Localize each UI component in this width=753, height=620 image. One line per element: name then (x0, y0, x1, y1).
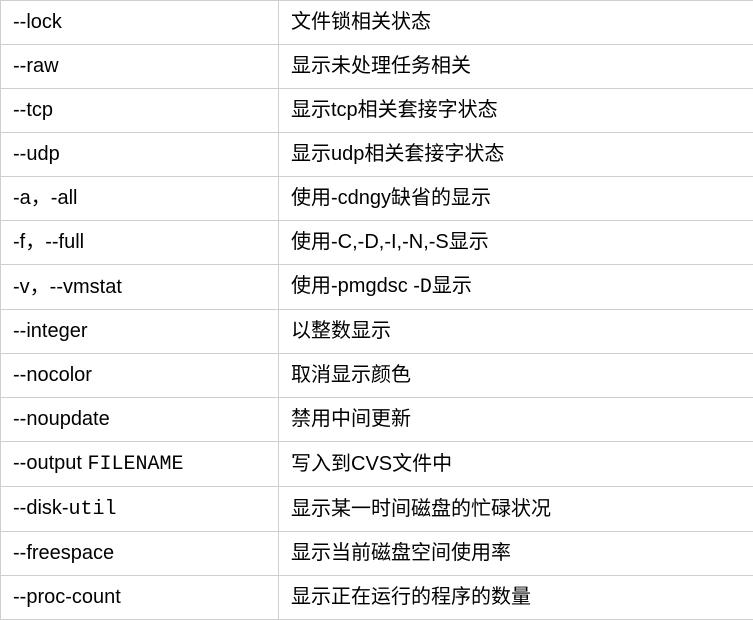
table-row: -a，-all使用-cdngy缺省的显示 (1, 177, 753, 221)
table-row: --freespace显示当前磁盘空间使用率 (1, 532, 753, 576)
description-cell: 使用-pmgdsc -D显示 (279, 265, 753, 310)
option-cell: --output FILENAME (1, 442, 279, 487)
option-cell: -a，-all (1, 177, 279, 221)
description-cell: 显示当前磁盘空间使用率 (279, 532, 753, 576)
table-row: --integer以整数显示 (1, 310, 753, 354)
table-row: --udp显示udp相关套接字状态 (1, 133, 753, 177)
table-row: --lock文件锁相关状态 (1, 1, 753, 45)
option-cell: --lock (1, 1, 279, 45)
description-cell: 文件锁相关状态 (279, 1, 753, 45)
description-cell: 禁用中间更新 (279, 398, 753, 442)
table-row: --nocolor取消显示颜色 (1, 354, 753, 398)
table-row: --noupdate禁用中间更新 (1, 398, 753, 442)
table-row: --tcp显示tcp相关套接字状态 (1, 89, 753, 133)
options-table-body: --lock文件锁相关状态--raw显示未处理任务相关--tcp显示tcp相关套… (1, 1, 753, 620)
option-cell: --udp (1, 133, 279, 177)
description-cell: 以整数显示 (279, 310, 753, 354)
option-cell: -v，--vmstat (1, 265, 279, 310)
table-row: --output FILENAME写入到CVS文件中 (1, 442, 753, 487)
description-cell: 使用-C,-D,-I,-N,-S显示 (279, 221, 753, 265)
options-table: --lock文件锁相关状态--raw显示未处理任务相关--tcp显示tcp相关套… (0, 0, 753, 620)
description-cell: 取消显示颜色 (279, 354, 753, 398)
option-cell: --tcp (1, 89, 279, 133)
option-cell: --noupdate (1, 398, 279, 442)
description-cell: 显示tcp相关套接字状态 (279, 89, 753, 133)
option-cell: --proc-count (1, 576, 279, 620)
table-row: -f，--full使用-C,-D,-I,-N,-S显示 (1, 221, 753, 265)
table-row: --disk-util显示某一时间磁盘的忙碌状况 (1, 487, 753, 532)
option-cell: --nocolor (1, 354, 279, 398)
description-cell: 显示udp相关套接字状态 (279, 133, 753, 177)
option-cell: --disk-util (1, 487, 279, 532)
description-cell: 写入到CVS文件中 (279, 442, 753, 487)
description-cell: 使用-cdngy缺省的显示 (279, 177, 753, 221)
option-cell: --freespace (1, 532, 279, 576)
option-cell: --integer (1, 310, 279, 354)
table-row: -v，--vmstat使用-pmgdsc -D显示 (1, 265, 753, 310)
option-cell: -f，--full (1, 221, 279, 265)
table-row: --proc-count显示正在运行的程序的数量 (1, 576, 753, 620)
option-cell: --raw (1, 45, 279, 89)
options-table-wrapper: --lock文件锁相关状态--raw显示未处理任务相关--tcp显示tcp相关套… (0, 0, 753, 620)
description-cell: 显示某一时间磁盘的忙碌状况 (279, 487, 753, 532)
description-cell: 显示未处理任务相关 (279, 45, 753, 89)
table-row: --raw显示未处理任务相关 (1, 45, 753, 89)
description-cell: 显示正在运行的程序的数量 (279, 576, 753, 620)
